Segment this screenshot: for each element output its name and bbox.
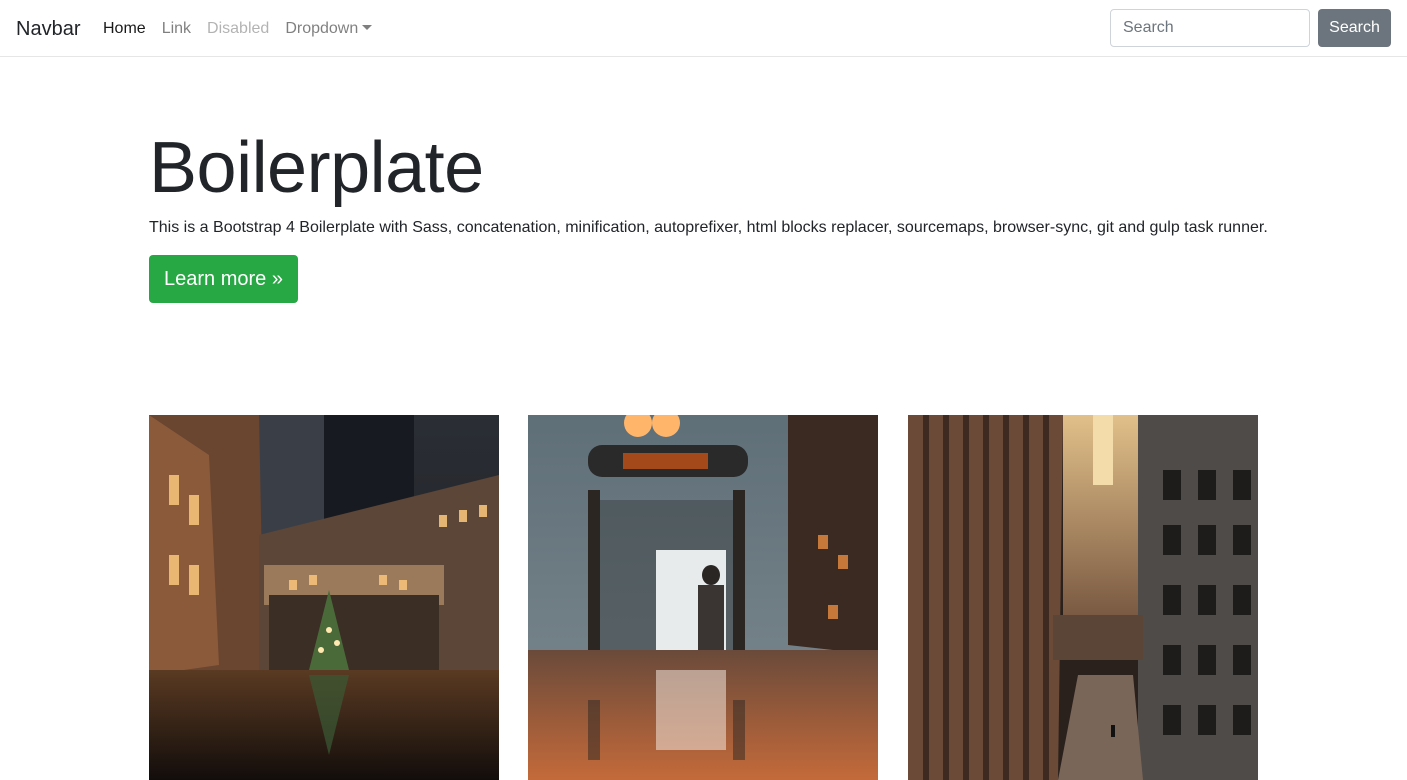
city-alley-buildings-photo: [908, 415, 1258, 780]
nav-item-home[interactable]: Home: [103, 18, 146, 40]
search-button[interactable]: Search: [1318, 9, 1391, 47]
nav-item-disabled: Disabled: [207, 20, 270, 37]
lead-paragraph: This is a Bootstrap 4 Boilerplate with S…: [149, 219, 1268, 236]
caret-down-icon: [362, 25, 373, 30]
navbar-brand[interactable]: Navbar: [16, 16, 80, 42]
jumbotron: Boilerplate: [149, 125, 1259, 211]
search-input[interactable]: [1110, 9, 1310, 47]
nav-item-dropdown[interactable]: Dropdown: [285, 18, 373, 40]
page-title: Boilerplate: [149, 128, 484, 208]
bus-stop-night-photo: [528, 415, 878, 780]
nav-list: Home Link Disabled Dropdown: [103, 18, 388, 40]
nav-item-link[interactable]: Link: [162, 18, 191, 40]
learn-more-button[interactable]: Learn more »: [149, 255, 298, 303]
navbar: Navbar Home Link Disabled Dropdown Searc…: [0, 0, 1407, 57]
city-night-street-photo: [149, 415, 499, 780]
dropdown-label: Dropdown: [285, 20, 359, 37]
